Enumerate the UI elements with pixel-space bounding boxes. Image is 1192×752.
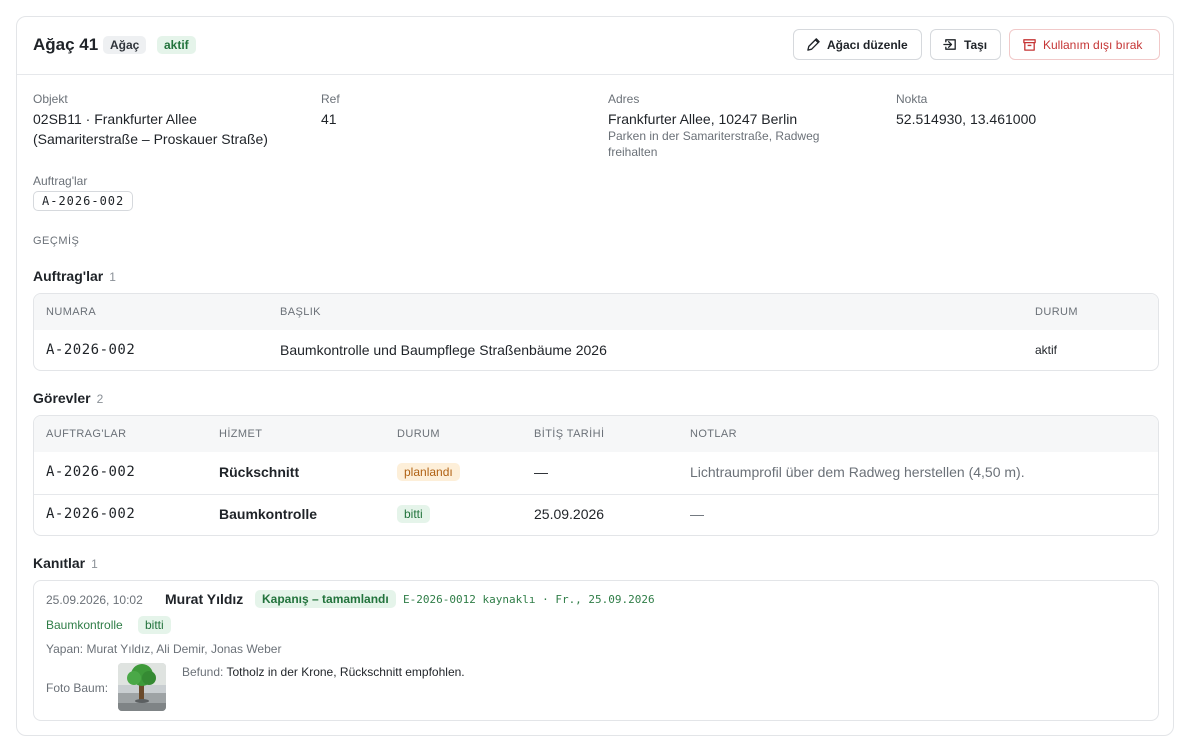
auftrag-label: Auftrag'lar — [33, 174, 88, 188]
finding-line: Befund: Totholz in der Krone, Rückschnit… — [182, 665, 465, 679]
nokta-label: Nokta — [896, 92, 928, 106]
edit-tree-button[interactable]: Ağacı düzenle — [793, 29, 922, 60]
move-label: Taşı — [964, 37, 988, 52]
type-badge: Ağaç — [103, 36, 147, 54]
move-icon — [943, 39, 956, 50]
column-header-notes: NOTLAR — [690, 428, 738, 440]
task-service: Rückschnitt — [219, 464, 300, 480]
task-status-badge: planlandı — [397, 463, 460, 481]
evidence-source-link[interactable]: E-2026-0012 kaynaklı · Fr., 25.09.2026 — [403, 593, 655, 606]
retire-button[interactable]: Kullanım dışı bırak — [1009, 29, 1160, 60]
auftrag-chip[interactable]: A-2026-002 — [33, 191, 134, 211]
evidence-author: Murat Yıldız — [165, 591, 244, 607]
retire-label: Kullanım dışı bırak — [1043, 37, 1143, 52]
auftraege-heading: Auftrag'lar 1 — [33, 268, 116, 284]
status-badge: aktif — [157, 36, 196, 54]
tasks-title: Görevler — [33, 390, 91, 406]
evidence-title: Kanıtlar — [33, 555, 86, 571]
column-header-service: HİZMET — [219, 428, 263, 440]
task-service: Baumkontrolle — [219, 506, 318, 522]
evidence-service: Baumkontrolle — [46, 618, 123, 632]
tasks-table: AUFTRAG'LAR HİZMET DURUM BİTİŞ TARİHİ NO… — [33, 415, 1159, 536]
column-header-status: DURUM — [397, 428, 440, 440]
adres-label: Adres — [608, 92, 640, 106]
table-header: NUMARA BAŞLIK DURUM — [34, 294, 1158, 330]
task-notes: — — [690, 506, 704, 522]
finding-text: Totholz in der Krone, Rückschnitt empfoh… — [226, 665, 465, 679]
tree-photo-thumbnail[interactable] — [118, 663, 166, 711]
adres-note-line1: Parken in der Samariterstraße, Radweg — [608, 129, 820, 143]
column-header-number: NUMARA — [46, 306, 97, 318]
tasks-heading: Görevler 2 — [33, 390, 103, 406]
evidence-card: 25.09.2026, 10:02 Murat Yıldız Kapanış –… — [33, 580, 1159, 721]
evidence-service-status: bitti — [138, 616, 171, 634]
objekt-value-line2: (Samariterstraße – Proskauer Straße) — [33, 131, 268, 147]
ref-label: Ref — [321, 92, 340, 106]
edit-tree-label: Ağacı düzenle — [827, 37, 908, 52]
ref-value: 41 — [321, 111, 337, 127]
task-notes: Lichtraumprofil über dem Radweg herstell… — [690, 464, 1025, 480]
auftrag-number[interactable]: A-2026-002 — [46, 342, 135, 358]
evidence-performers: Yapan: Murat Yıldız, Ali Demir, Jonas We… — [46, 642, 282, 656]
auftrag-title: Baumkontrolle und Baumpflege Straßenbäum… — [280, 342, 607, 358]
auftraege-title: Auftrag'lar — [33, 268, 104, 284]
pencil-icon — [807, 38, 820, 51]
task-auftrag[interactable]: A-2026-002 — [46, 464, 135, 480]
task-status-badge: bitti — [397, 505, 430, 523]
table-header: AUFTRAG'LAR HİZMET DURUM BİTİŞ TARİHİ NO… — [34, 416, 1158, 452]
tree-detail-card: Ağaç 41 Ağaç aktif Ağacı düzenle Taşı Ku… — [16, 16, 1174, 736]
column-header-auftrag: AUFTRAG'LAR — [46, 428, 127, 440]
auftrag-status: aktif — [1035, 343, 1058, 357]
adres-note-line2: freihalten — [608, 145, 658, 159]
finding-label: Befund: — [182, 665, 224, 679]
archive-icon — [1023, 39, 1036, 51]
nokta-value: 52.514930, 13.461000 — [896, 111, 1037, 127]
auftraege-count: 1 — [109, 270, 116, 284]
history-caption: GEÇMİŞ — [33, 235, 80, 247]
auftraege-table: NUMARA BAŞLIK DURUM A-2026-002 Baumkontr… — [33, 293, 1159, 371]
task-due-date: — — [534, 464, 548, 480]
evidence-count: 1 — [91, 557, 98, 571]
card-header: Ağaç 41 Ağaç aktif Ağacı düzenle Taşı Ku… — [17, 17, 1173, 75]
move-button[interactable]: Taşı — [930, 29, 1001, 60]
page-title: Ağaç 41 — [33, 35, 99, 54]
row-divider — [34, 494, 1158, 495]
evidence-timestamp: 25.09.2026, 10:02 — [46, 593, 143, 607]
column-header-title: BAŞLIK — [280, 306, 321, 318]
task-auftrag[interactable]: A-2026-002 — [46, 506, 135, 522]
column-header-due-date: BİTİŞ TARİHİ — [534, 428, 605, 440]
column-header-status: DURUM — [1035, 306, 1078, 318]
objekt-value-line1: 02SB11 · Frankfurter Allee — [33, 111, 197, 127]
evidence-tag: Kapanış – tamamlandı — [255, 590, 396, 608]
adres-value: Frankfurter Allee, 10247 Berlin — [608, 111, 798, 127]
tasks-count: 2 — [96, 392, 104, 406]
photo-label: Foto Baum: — [46, 681, 109, 695]
task-due-date: 25.09.2026 — [534, 506, 605, 522]
objekt-label: Objekt — [33, 92, 68, 106]
evidence-heading: Kanıtlar 1 — [33, 555, 98, 571]
